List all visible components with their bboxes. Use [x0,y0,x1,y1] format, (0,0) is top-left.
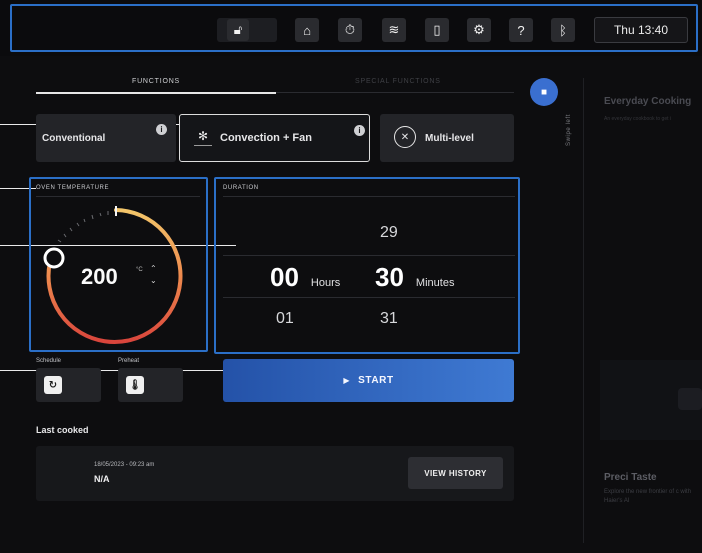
panel-divider [223,196,515,197]
side-panel-title-2[interactable]: Preci Taste [604,472,657,483]
panel-divider [36,196,200,197]
schedule-icon: ↻ [44,376,62,394]
last-cooked-date: 18/05/2023 - 09:23 am [94,462,155,468]
schedule-label: Schedule [36,358,62,364]
multi-level-icon: ✕ [394,126,416,148]
duration-row-divider [223,255,515,256]
duration-hours-selected[interactable]: 00 Hours [270,262,340,293]
last-cooked-name: N/A [94,474,110,484]
temperature-dial[interactable] [30,200,206,350]
remote-icon[interactable]: ▯ [425,18,449,42]
side-panel-title[interactable]: Everyday Cooking [604,96,691,107]
fan-icon: ✻ [198,129,209,143]
tab-divider [276,92,514,93]
duration-label: DURATION [223,185,259,191]
hours-next-value: 01 [276,310,294,327]
tab-special-functions[interactable]: SPECIAL FUNCTIONS [355,78,441,85]
side-panel-subtitle-2: Explore the new frontier of c with Haier… [604,489,692,504]
bluetooth-icon[interactable]: ᛒ [551,18,575,42]
home-icon[interactable]: ⌂ [295,18,319,42]
camera-icon: ■ [540,86,548,98]
start-label: START [358,375,394,386]
temperature-value: 200 [81,264,118,289]
tab-functions[interactable]: FUNCTIONS [132,78,180,85]
temperature-unit: °C [136,267,143,273]
help-icon[interactable]: ? [509,18,533,42]
settings-icon[interactable]: ⚙︎ [467,18,491,42]
preheat-button[interactable]: 🌡︎ [118,368,183,402]
info-icon[interactable]: i [354,125,365,136]
function-label: Convection + Fan [220,132,312,144]
start-button[interactable]: ▶ START [223,359,514,402]
duration-panel [214,177,520,354]
lock-button[interactable]: 🔓︎ [217,18,277,42]
play-icon: ▶ [343,376,351,385]
view-history-button[interactable]: VIEW HISTORY [408,457,503,489]
function-card-conventional[interactable]: Conventional i [36,114,176,162]
swipe-hint: Swipe left [566,113,572,146]
timer-icon[interactable]: ⏱︎ [338,18,362,42]
last-cooked-title: Last cooked [36,425,89,435]
function-label: Multi-level [425,132,474,144]
lock-icon: 🔓︎ [227,19,249,41]
schedule-button[interactable]: ↻ [36,368,101,402]
side-panel-subtitle: An everyday cookbook to get i [604,116,671,122]
function-card-multi-level[interactable]: ✕ Multi-level [380,114,514,162]
dial-ticks [57,211,109,243]
thermometer-icon: 🌡︎ [126,376,144,394]
function-label: Conventional [42,132,106,144]
hours-unit: Hours [310,277,341,289]
duration-minutes-next[interactable]: 31 [380,310,398,328]
camera-button[interactable]: ■ [530,78,558,106]
minutes-next-value: 31 [380,310,398,327]
duration-row-divider [223,297,515,298]
tab-active-indicator [36,92,276,94]
duration-minutes-selected[interactable]: 30 Minutes [375,262,454,293]
function-card-convection-fan[interactable]: ✻ Convection + Fan i [179,114,370,162]
hours-value: 00 [270,262,299,292]
minutes-value: 30 [375,262,404,292]
dial-handle [43,247,65,269]
minutes-prev-value: 29 [380,224,398,241]
device-image [678,388,702,410]
duration-minutes-prev[interactable]: 29 [380,224,398,242]
last-cooked-card: 18/05/2023 - 09:23 am N/A VIEW HISTORY [36,446,514,501]
status-bar: 🔓︎ ⌂ ⏱︎ ≋ ▯ ⚙︎ ? ᛒ Thu 13:40 [0,0,702,56]
preheat-label: Preheat [118,358,140,364]
fan-icon-underline [194,145,212,146]
temperature-up-icon[interactable]: ⌃ [150,264,157,273]
minutes-unit: Minutes [415,277,455,289]
side-panel-image [600,360,702,440]
duration-hours-next[interactable]: 01 [276,310,294,328]
temperature-down-icon[interactable]: ⌄ [150,276,157,285]
wifi-icon[interactable]: ≋ [382,18,406,42]
info-icon[interactable]: i [156,124,167,135]
side-panel-divider [583,78,584,543]
clock: Thu 13:40 [594,17,688,43]
oven-temperature-label: OVEN TEMPERATURE [36,185,110,191]
